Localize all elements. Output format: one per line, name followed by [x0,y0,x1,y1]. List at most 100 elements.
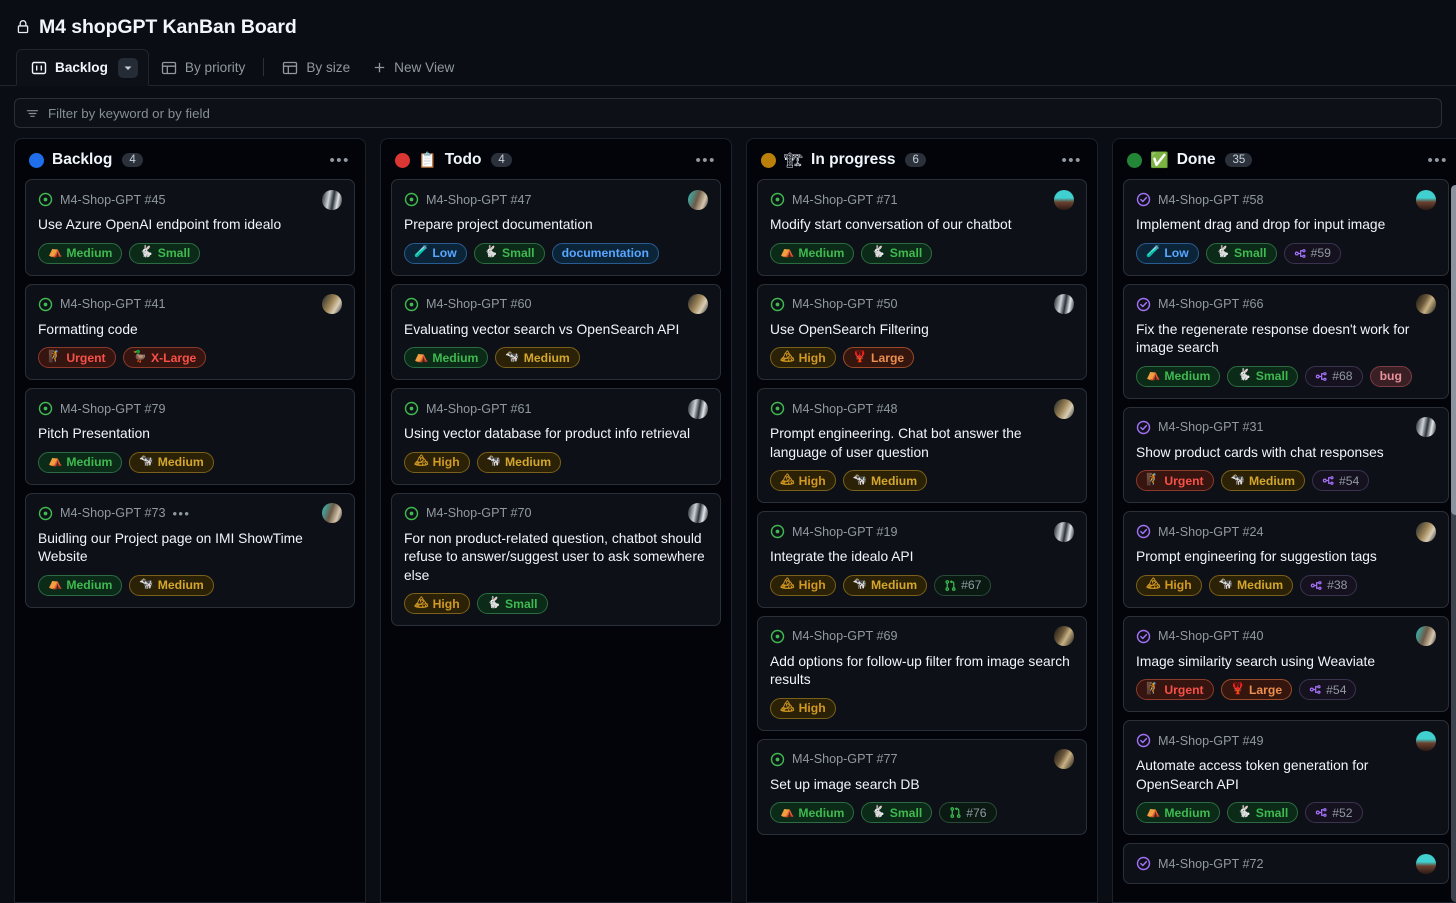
label-pill[interactable]: 🐄 Medium [1208,574,1294,596]
label-pill[interactable]: 🧗 Urgent [1136,679,1214,700]
label-pill[interactable]: #54 [1299,679,1357,700]
issue-card[interactable]: M4-Shop-GPT #60 Evaluating vector search … [391,283,721,380]
label-pill[interactable]: 🐄 Medium [842,574,928,596]
label-pill[interactable]: 🐇 Small [861,242,933,264]
label-pill[interactable]: 🐇 Small [861,802,933,823]
label-text: Low [1164,246,1189,260]
issue-card[interactable]: M4-Shop-GPT #58 Implement drag and drop f… [1123,179,1449,276]
label-emoji-icon: 🐇 [486,596,502,609]
label-pill[interactable]: #52 [1305,802,1363,823]
label-pill[interactable]: ⛺ Medium [770,242,855,264]
label-pill[interactable]: 🐇 Small [129,242,201,264]
issue-card[interactable]: M4-Shop-GPT #19 Integrate the idealo API 🏔… [757,511,1087,608]
issue-card[interactable]: M4-Shop-GPT #73 ••• Buidling our Project p… [25,492,355,608]
search-input[interactable]: Filter by keyword or by field [48,106,210,121]
label-pill[interactable]: 🧪 Low [1136,242,1199,264]
avatar [1416,294,1436,314]
card-more-icon[interactable]: ••• [172,507,190,520]
tab-by-size[interactable]: By size [270,49,362,86]
label-pill[interactable]: 🏔 High [404,593,470,614]
issue-card[interactable]: M4-Shop-GPT #66 Fix the regenerate respon… [1123,283,1449,399]
column-status-dot [29,152,44,168]
issue-card[interactable]: M4-Shop-GPT #69 Add options for follow-up… [757,615,1087,731]
tab-by-priority[interactable]: By priority [149,49,257,86]
label-pill[interactable]: #67 [934,574,992,596]
label-pill[interactable]: #68 [1305,365,1363,387]
label-pill[interactable]: #54 [1311,470,1370,491]
open-issue-icon [770,297,785,312]
label-pill[interactable]: 🏔 High [770,574,836,596]
label-pill[interactable]: 🦞 Large [1220,679,1293,700]
label-pill[interactable]: bug [1369,365,1412,387]
column-more-icon[interactable]: ••• [329,153,354,168]
label-pill[interactable]: 🧗 Urgent [1136,470,1214,491]
scrollbar-thumb[interactable] [1451,185,1456,515]
issue-reference: M4-Shop-GPT #24 [1158,524,1264,539]
label-pill[interactable]: documentation [551,242,659,264]
column-more-icon[interactable]: ••• [1061,153,1086,168]
label-pill[interactable]: 🐇 Small [473,242,545,264]
issue-card[interactable]: M4-Shop-GPT #45 Use Azure OpenAI endpoint… [25,179,355,276]
label-pill[interactable]: 🐇 Small [1227,365,1299,387]
label-pill[interactable]: 🐄 Medium [476,451,562,473]
label-pill[interactable]: ⛺ Medium [38,451,123,473]
issue-card[interactable]: M4-Shop-GPT #24 Prompt engineering for su… [1123,511,1449,608]
label-pill[interactable]: ⛺ Medium [404,347,489,368]
label-pill[interactable]: 🐄 Medium [129,451,214,473]
column-more-icon[interactable]: ••• [695,153,720,168]
label-pill[interactable]: 🦞 Large [842,347,915,368]
issue-card[interactable]: M4-Shop-GPT #71 Modify start conversation… [757,179,1087,276]
closed-issue-icon [1136,420,1151,435]
label-pill[interactable]: 🐇 Small [476,593,548,614]
issue-card[interactable]: M4-Shop-GPT #50 Use OpenSearch Filtering 🏔… [757,283,1087,380]
issue-card[interactable]: M4-Shop-GPT #70 For non product-related q… [391,492,721,626]
tab-backlog[interactable]: Backlog [16,49,149,86]
label-emoji-icon: 🏔 [780,350,795,363]
issue-card[interactable]: M4-Shop-GPT #77 Set up image search DB ⛺ Me… [757,738,1087,835]
label-pill[interactable]: 🐄 Medium [1220,470,1305,491]
label-pill[interactable]: 🏔 High [1136,574,1202,596]
label-pill[interactable]: 🏔 High [404,451,470,473]
issue-card[interactable]: M4-Shop-GPT #48 Prompt engineering. Chat … [757,388,1087,503]
label-pill[interactable]: #76 [939,802,997,823]
issue-card[interactable]: M4-Shop-GPT #49 Automate access token gen… [1123,720,1449,835]
filter-bar[interactable]: Filter by keyword or by field [14,98,1442,128]
issue-card[interactable]: M4-Shop-GPT #41 Formatting code 🧗 Urgent 🦆 X-… [25,283,355,380]
label-pill[interactable]: #59 [1283,242,1341,264]
label-pill[interactable]: ⛺ Medium [38,242,123,264]
column-more-icon[interactable]: ••• [1427,153,1452,168]
closed-issue-icon [1136,297,1151,312]
new-view-button[interactable]: New View [362,49,464,86]
label-pill[interactable]: 🐄 Medium [129,574,214,596]
column-scrollbar[interactable] [1451,185,1456,902]
open-issue-icon [770,401,785,416]
label-pill[interactable]: ⛺ Medium [1136,365,1221,387]
label-pill[interactable]: 🧪 Low [404,242,467,264]
column-title: Todo [444,151,482,168]
label-pill[interactable]: 🏔 High [770,347,836,368]
label-pill[interactable]: ⛺ Medium [38,574,123,596]
issue-card[interactable]: M4-Shop-GPT #31 Show product cards with c… [1123,406,1449,503]
issue-card[interactable]: M4-Shop-GPT #61 Using vector database for… [391,388,721,485]
label-emoji-icon: 🐄 [852,473,868,486]
label-pill[interactable]: 🦆 X-Large [122,347,207,368]
issue-card[interactable]: M4-Shop-GPT #79 Pitch Presentation ⛺ Medium… [25,388,355,485]
open-issue-icon [404,401,419,416]
card-title: Add options for follow-up filter from im… [770,653,1070,688]
chevron-down-icon[interactable] [117,57,138,78]
label-pill[interactable]: 🏔 High [770,470,836,491]
label-pill[interactable]: 🧗 Urgent [38,347,116,368]
label-pill[interactable]: 🐇 Small [1227,802,1299,823]
label-pill[interactable]: #38 [1300,574,1358,596]
label-pill[interactable]: 🐇 Small [1205,242,1277,264]
label-pill[interactable]: 🏔 High [770,697,836,719]
closed-issue-icon [1136,192,1151,207]
issue-card[interactable]: M4-Shop-GPT #40 Image similarity search u… [1123,615,1449,712]
label-text: documentation [561,246,649,260]
issue-card[interactable]: M4-Shop-GPT #72 [1123,843,1449,884]
label-pill[interactable]: 🐄 Medium [495,347,580,368]
issue-card[interactable]: M4-Shop-GPT #47 Prepare project documenta… [391,179,721,276]
label-pill[interactable]: ⛺ Medium [770,802,855,823]
label-pill[interactable]: ⛺ Medium [1136,802,1221,823]
label-pill[interactable]: 🐄 Medium [842,470,928,491]
